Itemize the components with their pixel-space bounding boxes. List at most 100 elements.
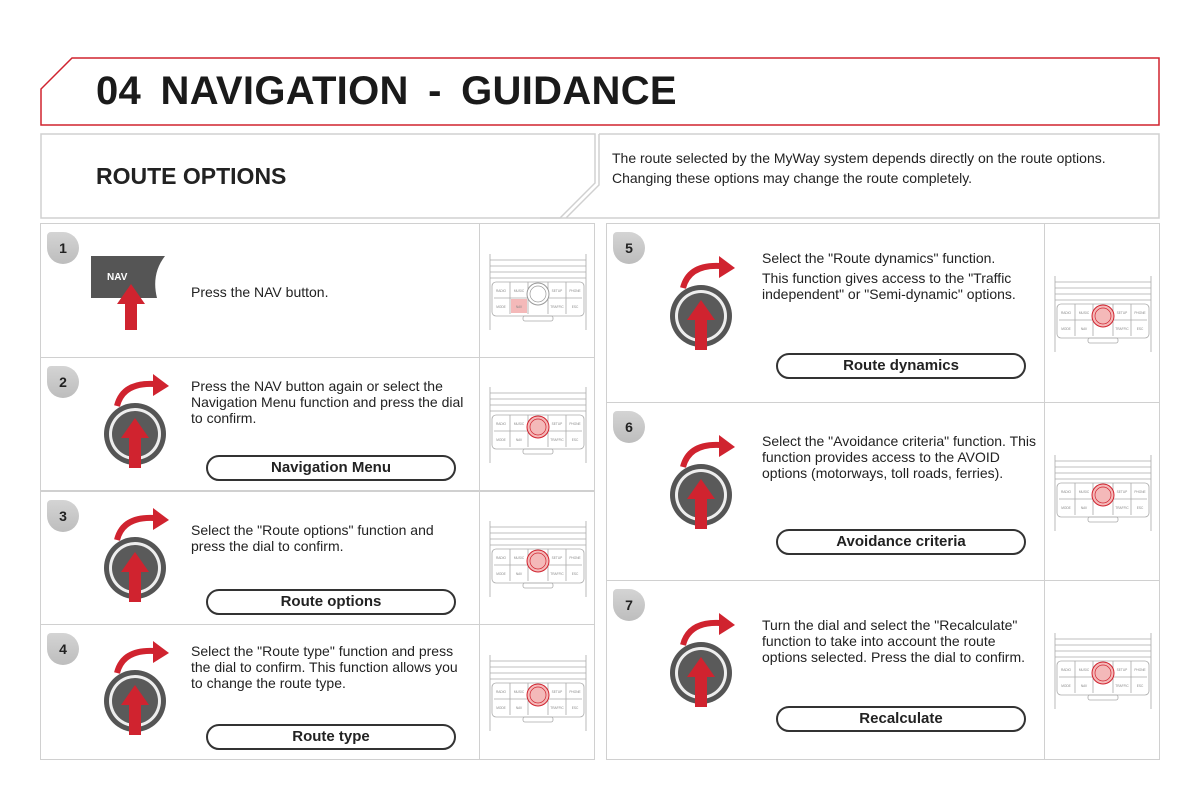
chapter-name: NAVIGATION - GUIDANCE — [160, 69, 677, 113]
svg-text:NAV: NAV — [107, 272, 128, 283]
svg-text:ESC: ESC — [1137, 684, 1144, 688]
radio-panel-illustration: RADIO MUSIC SETUP PHONE MODE NAV TRAFFIC ESC — [1044, 224, 1159, 402]
menu-item-label: Avoidance criteria — [776, 529, 1026, 555]
step-number-badge: 1 — [47, 232, 79, 264]
step-number-badge: 6 — [613, 411, 645, 443]
dial-turn-press-icon — [669, 254, 749, 359]
step-number-badge: 2 — [47, 366, 79, 398]
svg-text:NAV: NAV — [516, 706, 523, 710]
instruction-paragraph: Select the "Route type" function and pre… — [191, 643, 458, 691]
svg-text:MODE: MODE — [496, 706, 506, 710]
svg-text:PHONE: PHONE — [569, 690, 580, 694]
svg-text:MODE: MODE — [1061, 506, 1071, 510]
svg-text:MODE: MODE — [496, 305, 506, 309]
menu-item-label: Route type — [206, 724, 456, 750]
svg-text:MUSIC: MUSIC — [1079, 668, 1090, 672]
dial-turn-press-icon — [103, 372, 183, 477]
step-number-badge: 7 — [613, 589, 645, 621]
svg-text:RADIO: RADIO — [1061, 311, 1072, 315]
step-3: 3 Select the "Route options" function an… — [40, 491, 595, 625]
svg-text:SETUP: SETUP — [1117, 311, 1128, 315]
svg-text:NAV: NAV — [516, 305, 523, 309]
svg-text:NAV: NAV — [1081, 684, 1088, 688]
svg-text:MUSIC: MUSIC — [514, 422, 525, 426]
instruction-paragraph: Select the "Route options" function and … — [191, 522, 434, 554]
svg-text:PHONE: PHONE — [1134, 668, 1145, 672]
svg-text:PHONE: PHONE — [569, 556, 580, 560]
step-instructions: Press the NAV button again or select the… — [191, 378, 471, 426]
menu-item-label: Route options — [206, 589, 456, 615]
svg-text:RADIO: RADIO — [1061, 490, 1072, 494]
svg-text:PHONE: PHONE — [569, 289, 580, 293]
svg-text:ESC: ESC — [1137, 327, 1144, 331]
step-instructions: Turn the dial and select the "Recalculat… — [762, 617, 1036, 665]
step-6: 6 Select the "Avoidance criteria" functi… — [606, 402, 1160, 581]
chapter-title: 04 NAVIGATION - GUIDANCE — [96, 69, 677, 114]
instruction-paragraph: Press the NAV button again or select the… — [191, 378, 464, 426]
intro-section: ROUTE OPTIONS The route selected by the … — [40, 133, 1160, 219]
svg-text:TRAFFIC: TRAFFIC — [550, 305, 564, 309]
dial-turn-press-icon — [103, 506, 183, 611]
svg-text:SETUP: SETUP — [1117, 490, 1128, 494]
menu-item-label: Route dynamics — [776, 353, 1026, 379]
svg-text:NAV: NAV — [516, 572, 523, 576]
section-heading: ROUTE OPTIONS — [96, 163, 287, 189]
svg-text:ESC: ESC — [572, 438, 579, 442]
svg-text:MUSIC: MUSIC — [1079, 490, 1090, 494]
svg-text:NAV: NAV — [1081, 327, 1088, 331]
svg-text:MUSIC: MUSIC — [514, 690, 525, 694]
instruction-paragraph: Select the "Avoidance criteria" function… — [762, 433, 1037, 481]
step-number-badge: 4 — [47, 633, 79, 665]
nav-button-press-icon: NAV — [89, 254, 179, 339]
svg-text:MUSIC: MUSIC — [1079, 311, 1090, 315]
step-instructions: Select the "Route dynamics" function. Thi… — [762, 250, 1036, 302]
svg-text:TRAFFIC: TRAFFIC — [550, 438, 564, 442]
svg-text:RADIO: RADIO — [496, 556, 507, 560]
step-4: 4 Select the "Route type" function and p… — [40, 624, 595, 760]
svg-text:MODE: MODE — [496, 572, 506, 576]
svg-text:MODE: MODE — [1061, 327, 1071, 331]
svg-text:SETUP: SETUP — [1117, 668, 1128, 672]
svg-text:SETUP: SETUP — [552, 289, 563, 293]
svg-text:PHONE: PHONE — [569, 422, 580, 426]
step-number-badge: 5 — [613, 232, 645, 264]
intro-text: The route selected by the MyWay system d… — [612, 150, 1142, 186]
radio-panel-illustration: RADIO MUSIC SETUP PHONE MODE NAV TRAFFIC ESC — [1044, 403, 1159, 580]
svg-text:MUSIC: MUSIC — [514, 289, 525, 293]
intro-paragraph: The route selected by the MyWay system d… — [612, 150, 1106, 166]
svg-text:NAV: NAV — [1081, 506, 1088, 510]
svg-text:SETUP: SETUP — [552, 422, 563, 426]
instruction-paragraph: This function gives access to the "Traff… — [762, 270, 1016, 302]
svg-text:SETUP: SETUP — [552, 556, 563, 560]
step-1: 1 NAV Press the NAV button. RADIO MUSIC SE… — [40, 223, 595, 358]
intro-paragraph: Changing these options may change the ro… — [612, 170, 973, 186]
menu-item-label: Recalculate — [776, 706, 1026, 732]
svg-text:TRAFFIC: TRAFFIC — [1115, 506, 1129, 510]
step-instructions: Press the NAV button. — [191, 284, 471, 300]
svg-text:RADIO: RADIO — [496, 289, 507, 293]
step-5: 5 Select the "Route dynamics" function. T… — [606, 223, 1160, 403]
svg-text:MODE: MODE — [496, 438, 506, 442]
svg-text:RADIO: RADIO — [496, 690, 507, 694]
instruction-paragraph: Turn the dial and select the "Recalculat… — [762, 617, 1026, 665]
svg-text:ESC: ESC — [572, 305, 579, 309]
step-2: 2 Press the NAV button again or select t… — [40, 357, 595, 491]
chapter-number: 04 — [96, 69, 142, 113]
step-7: 7 Turn the dial and select the "Recalcul… — [606, 580, 1160, 760]
svg-text:ESC: ESC — [572, 706, 579, 710]
radio-panel-illustration: RADIO MUSIC SETUP PHONE MODE NAV TRAFFIC ESC — [479, 625, 594, 759]
svg-text:TRAFFIC: TRAFFIC — [1115, 684, 1129, 688]
dial-turn-press-icon — [669, 433, 749, 538]
instruction-paragraph: Select the "Route dynamics" function. — [762, 250, 996, 266]
svg-text:PHONE: PHONE — [1134, 311, 1145, 315]
svg-text:SETUP: SETUP — [552, 690, 563, 694]
menu-item-label: Navigation Menu — [206, 455, 456, 481]
svg-text:TRAFFIC: TRAFFIC — [1115, 327, 1129, 331]
svg-text:ESC: ESC — [572, 572, 579, 576]
chapter-header: 04 NAVIGATION - GUIDANCE — [40, 57, 1160, 126]
instruction-paragraph: Press the NAV button. — [191, 284, 329, 300]
radio-panel-illustration: RADIO MUSIC SETUP PHONE MODE NAV TRAFFIC ESC — [479, 358, 594, 490]
svg-text:NAV: NAV — [516, 438, 523, 442]
svg-text:MODE: MODE — [1061, 684, 1071, 688]
dial-turn-press-icon — [669, 611, 749, 716]
